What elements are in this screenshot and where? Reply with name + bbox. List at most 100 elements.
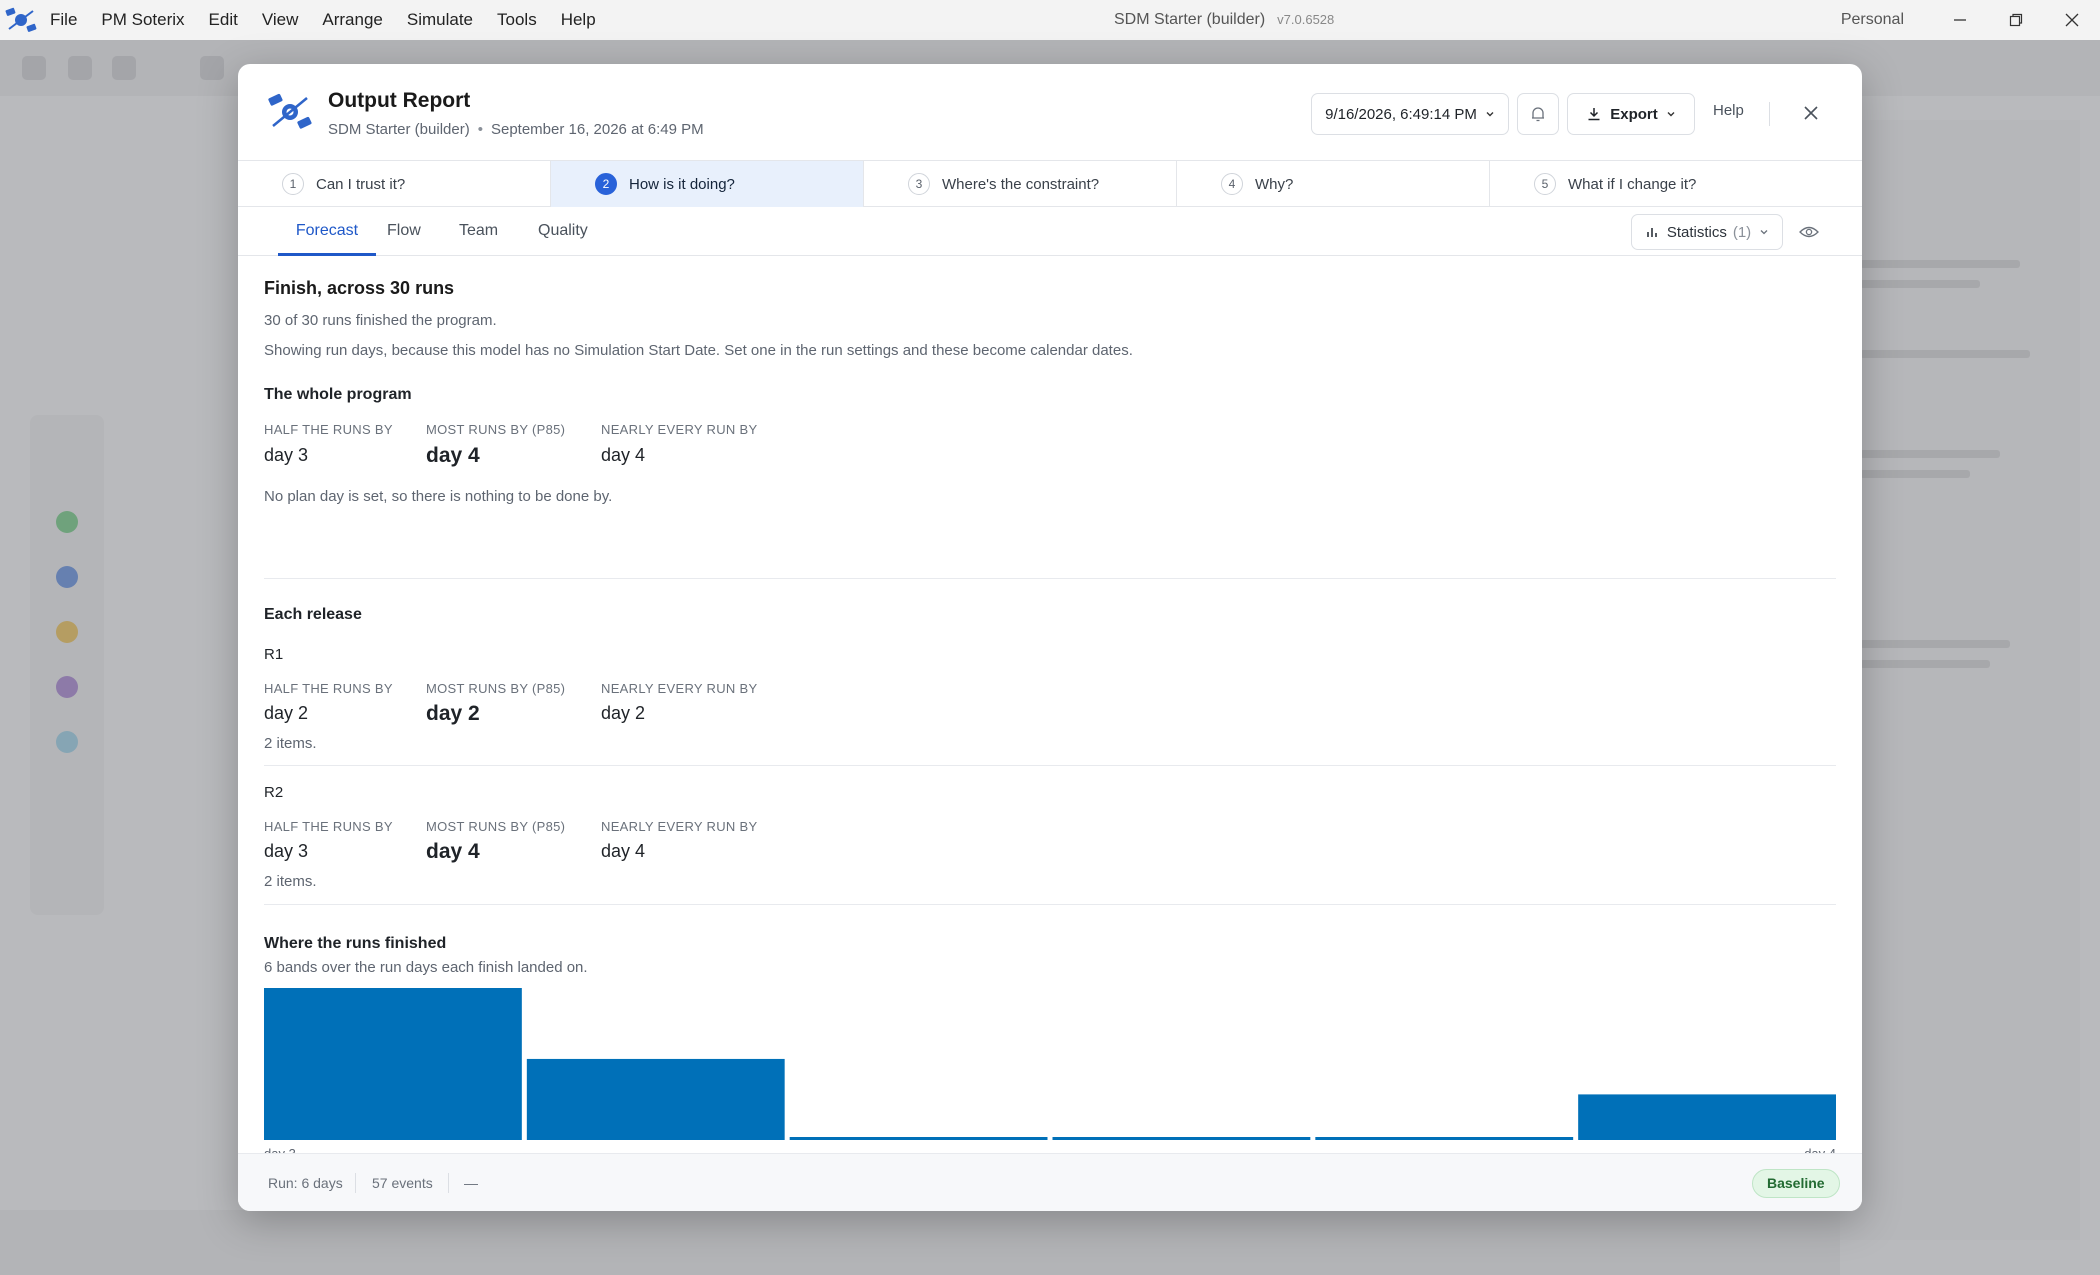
- report-subtabs: Forecast Flow Team Quality Statistics (1…: [238, 207, 1862, 256]
- step-label: Can I trust it?: [316, 175, 406, 193]
- restore-button[interactable]: [1988, 0, 2044, 40]
- release-p50: day 3: [264, 841, 309, 861]
- close-icon: [2065, 13, 2079, 27]
- menu-simulate[interactable]: Simulate: [395, 0, 485, 40]
- p50-label: HALF THE RUNS BY: [264, 819, 393, 834]
- section-divider: [264, 578, 1836, 579]
- release-name: R1: [264, 646, 284, 663]
- window-title-text: SDM Starter (builder): [1114, 11, 1266, 28]
- step-how-is-it-doing[interactable]: 2 How is it doing?: [551, 161, 864, 207]
- background-dot: [56, 676, 78, 698]
- p50-label: HALF THE RUNS BY: [264, 681, 393, 696]
- dialog-close-button[interactable]: [1796, 98, 1826, 128]
- step-number: 5: [1534, 173, 1556, 195]
- menu-file[interactable]: File: [42, 0, 89, 40]
- tab-forecast[interactable]: Forecast: [278, 207, 376, 256]
- program-p50: day 3: [264, 445, 309, 465]
- export-button[interactable]: Export: [1567, 93, 1695, 135]
- tab-team[interactable]: Team: [459, 207, 498, 256]
- run-days-note: Showing run days, because this model has…: [264, 342, 1133, 359]
- tab-flow[interactable]: Flow: [387, 207, 421, 256]
- notifications-button[interactable]: [1517, 93, 1559, 135]
- background-tool: [68, 56, 92, 80]
- model-name: SDM Starter (builder): [328, 121, 470, 138]
- menu-pm-soterix[interactable]: PM Soterix: [89, 0, 196, 40]
- section-divider: [264, 765, 1836, 766]
- step-label: What if I change it?: [1568, 175, 1697, 193]
- visibility-toggle[interactable]: [1795, 218, 1823, 246]
- minimize-button[interactable]: [1932, 0, 1988, 40]
- release-p85: day 2: [426, 702, 480, 725]
- step-label: How is it doing?: [629, 175, 735, 193]
- export-label: Export: [1610, 105, 1658, 123]
- window-controls: Personal: [1841, 0, 2100, 40]
- releases-heading: Each release: [264, 606, 362, 623]
- p95-label: NEARLY EVERY RUN BY: [601, 681, 758, 696]
- run-selector[interactable]: 9/16/2026, 6:49:14 PM: [1311, 93, 1509, 135]
- subtitle-separator: •: [477, 121, 483, 138]
- report-logo-icon: [266, 90, 314, 139]
- p95-label: NEARLY EVERY RUN BY: [601, 819, 758, 834]
- menu-help[interactable]: Help: [549, 0, 608, 40]
- histogram-bar[interactable]: [264, 988, 522, 1140]
- background-right-panel: [1840, 120, 2080, 1240]
- histogram-heading: Where the runs finished: [264, 935, 447, 952]
- step-wheres-the-constraint[interactable]: 3 Where's the constraint?: [864, 161, 1177, 207]
- event-count: 57 events: [372, 1175, 433, 1191]
- window-title: SDM Starter (builder) v7.0.6528: [1114, 0, 1334, 40]
- dialog-footer: Run: 6 days 57 events — Baseline: [238, 1153, 1862, 1211]
- release-p85: day 4: [426, 840, 480, 863]
- menu-arrange[interactable]: Arrange: [310, 0, 394, 40]
- step-number: 1: [282, 173, 304, 195]
- background-palette: [30, 415, 104, 915]
- statistics-button[interactable]: Statistics (1): [1631, 214, 1783, 250]
- menu-view[interactable]: View: [250, 0, 311, 40]
- step-number: 4: [1221, 173, 1243, 195]
- finish-histogram-chart: [264, 988, 1836, 1140]
- header-divider: [1769, 102, 1770, 126]
- step-why[interactable]: 4 Why?: [1177, 161, 1490, 207]
- output-report-dialog: Output Report SDM Starter (builder) • Sept…: [238, 64, 1862, 1211]
- section-divider: [264, 904, 1836, 905]
- app-logo-icon[interactable]: [0, 0, 42, 40]
- profile-label[interactable]: Personal: [1841, 11, 1904, 29]
- release-p95: day 4: [601, 841, 646, 861]
- histogram-bar[interactable]: [1578, 1094, 1836, 1140]
- window-close-button[interactable]: [2044, 0, 2100, 40]
- histogram-bar[interactable]: [526, 1058, 785, 1140]
- statistics-count: (1): [1732, 223, 1752, 241]
- footer-separator: [448, 1173, 449, 1193]
- histogram-bar[interactable]: [1052, 1137, 1311, 1140]
- background-dot: [56, 621, 78, 643]
- help-link[interactable]: Help: [1713, 102, 1744, 119]
- question-steps: 1 Can I trust it? 2 How is it doing? 3 W…: [238, 160, 1862, 207]
- footer-extra: —: [464, 1175, 478, 1191]
- background-line: [1860, 450, 2000, 458]
- run-selector-value: 9/16/2026, 6:49:14 PM: [1325, 105, 1477, 123]
- histogram-bar[interactable]: [789, 1137, 1048, 1140]
- bell-icon: [1532, 107, 1544, 122]
- background-dot: [56, 511, 78, 533]
- whole-program-heading: The whole program: [264, 386, 412, 403]
- close-icon: [1804, 106, 1818, 120]
- menu-edit[interactable]: Edit: [197, 0, 250, 40]
- bar-chart-icon: [1647, 228, 1657, 237]
- dialog-title: Output Report: [328, 89, 471, 112]
- menu-tools[interactable]: Tools: [485, 0, 549, 40]
- step-what-if-i-change-it[interactable]: 5 What if I change it?: [1490, 161, 1862, 207]
- app-version: v7.0.6528: [1277, 12, 1335, 27]
- background-statusbar: [0, 1210, 1840, 1275]
- background-line: [1860, 280, 1980, 288]
- background-line: [1860, 640, 2010, 648]
- step-label: Why?: [1255, 175, 1294, 193]
- background-line: [1860, 350, 2030, 358]
- restore-icon: [2009, 13, 2023, 27]
- step-can-i-trust-it[interactable]: 1 Can I trust it?: [238, 161, 551, 207]
- histogram-bar[interactable]: [1315, 1137, 1574, 1140]
- step-number: 2: [595, 173, 617, 195]
- background-line: [1860, 660, 1990, 668]
- background-tool: [200, 56, 224, 80]
- tab-quality[interactable]: Quality: [538, 207, 588, 256]
- run-length: Run: 6 days: [268, 1175, 343, 1191]
- run-timestamp: September 16, 2026 at 6:49 PM: [490, 121, 704, 138]
